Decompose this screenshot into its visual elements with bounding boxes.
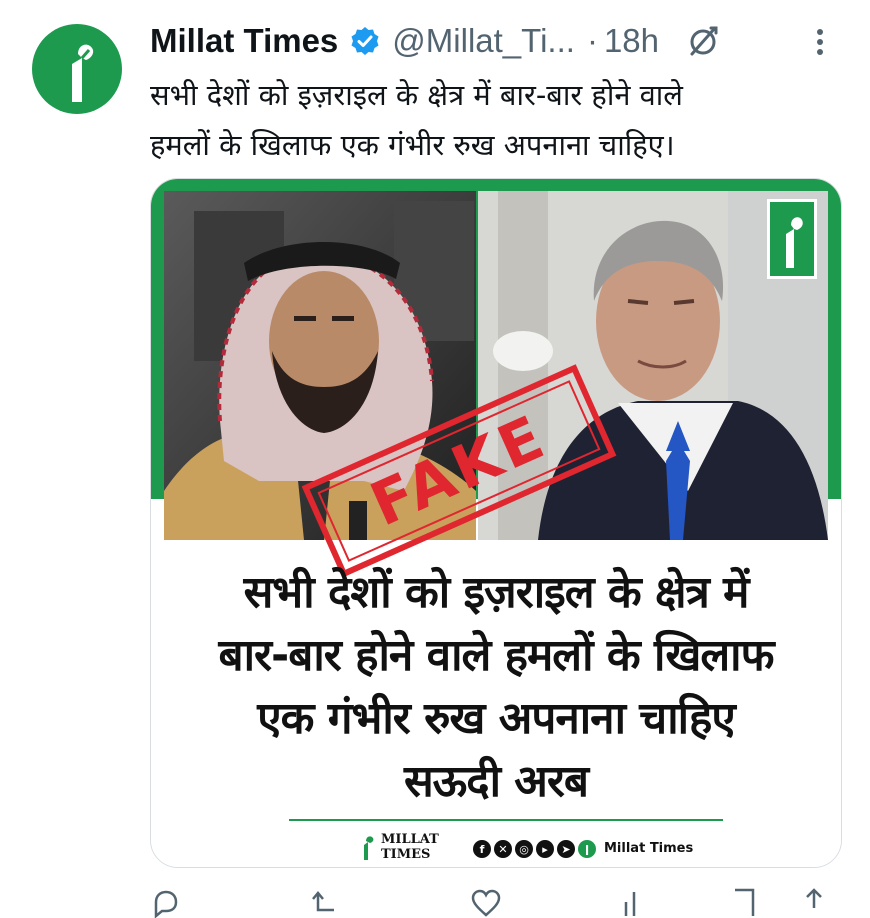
views-button[interactable] — [620, 888, 658, 918]
headline-line: बार-बार होने वाले हमलों के खिलाफ — [218, 630, 775, 681]
views-icon — [624, 892, 636, 916]
share-button[interactable] — [800, 888, 836, 918]
youtube-icon: ▸ — [536, 840, 554, 858]
x-icon: ✕ — [494, 840, 512, 858]
bookmark-icon — [735, 888, 755, 916]
retweet-icon — [312, 891, 334, 912]
footer-brand: Millat Times — [604, 841, 694, 856]
headline-source: सऊदी अरब — [403, 756, 589, 807]
share-icon — [806, 888, 822, 908]
tweet-text-line: सभी देशों को इज़राइल के क्षेत्र में बार-… — [150, 78, 683, 112]
millat-logo-icon — [364, 836, 374, 860]
headline-line: सभी देशों को इज़राइल के क्षेत्र में — [243, 567, 750, 618]
footer-logo-line: MILLAT — [381, 832, 439, 847]
facebook-icon: f — [473, 840, 491, 858]
social-icons: f ✕ ◎ ▸ ➤ ǀ — [473, 840, 599, 858]
footer-logo: MILLAT TIMES — [359, 832, 439, 862]
millat-logo-icon — [72, 44, 94, 102]
millat-logo-icon: ǀ — [578, 840, 596, 858]
reply-icon — [154, 890, 178, 918]
author-handle[interactable]: @Millat_Ti... — [392, 22, 575, 60]
separator-dot: · — [586, 22, 598, 59]
brand-logo-tag — [767, 199, 817, 279]
more-options-icon[interactable] — [808, 24, 832, 60]
like-icon — [471, 889, 501, 917]
tweet-text-line: हमलों के खिलाफ एक गंभीर रुख अपनाना चाहिए… — [150, 128, 675, 162]
like-button[interactable] — [470, 888, 510, 918]
instagram-icon: ◎ — [515, 840, 533, 858]
headline-line: एक गंभीर रुख अपनाना चाहिए — [257, 693, 735, 744]
footer-logo-line: TIMES — [381, 847, 431, 862]
telegram-icon: ➤ — [557, 840, 575, 858]
grok-icon[interactable] — [685, 23, 721, 59]
tweet-header: Millat Times @Millat_Ti... · 18h — [150, 18, 721, 64]
reply-button[interactable] — [150, 888, 188, 918]
millat-logo-icon — [786, 217, 803, 268]
retweet-button[interactable] — [310, 888, 352, 918]
card-divider — [289, 819, 723, 821]
tweet-time[interactable]: 18h — [604, 22, 659, 60]
bookmark-button[interactable] — [730, 888, 766, 918]
author-name[interactable]: Millat Times — [150, 22, 338, 60]
tweet-text: सभी देशों को इज़राइल के क्षेत्र में बार-… — [150, 70, 840, 170]
verified-badge-icon — [351, 27, 379, 55]
tweet-actions — [150, 888, 840, 918]
author-avatar[interactable] — [32, 24, 122, 114]
tweet-media-card[interactable]: FAKE सभी देशों को इज़राइल के क्षेत्र में… — [150, 178, 842, 868]
card-headline: सभी देशों को इज़राइल के क्षेत्र में बार-… — [151, 561, 841, 813]
